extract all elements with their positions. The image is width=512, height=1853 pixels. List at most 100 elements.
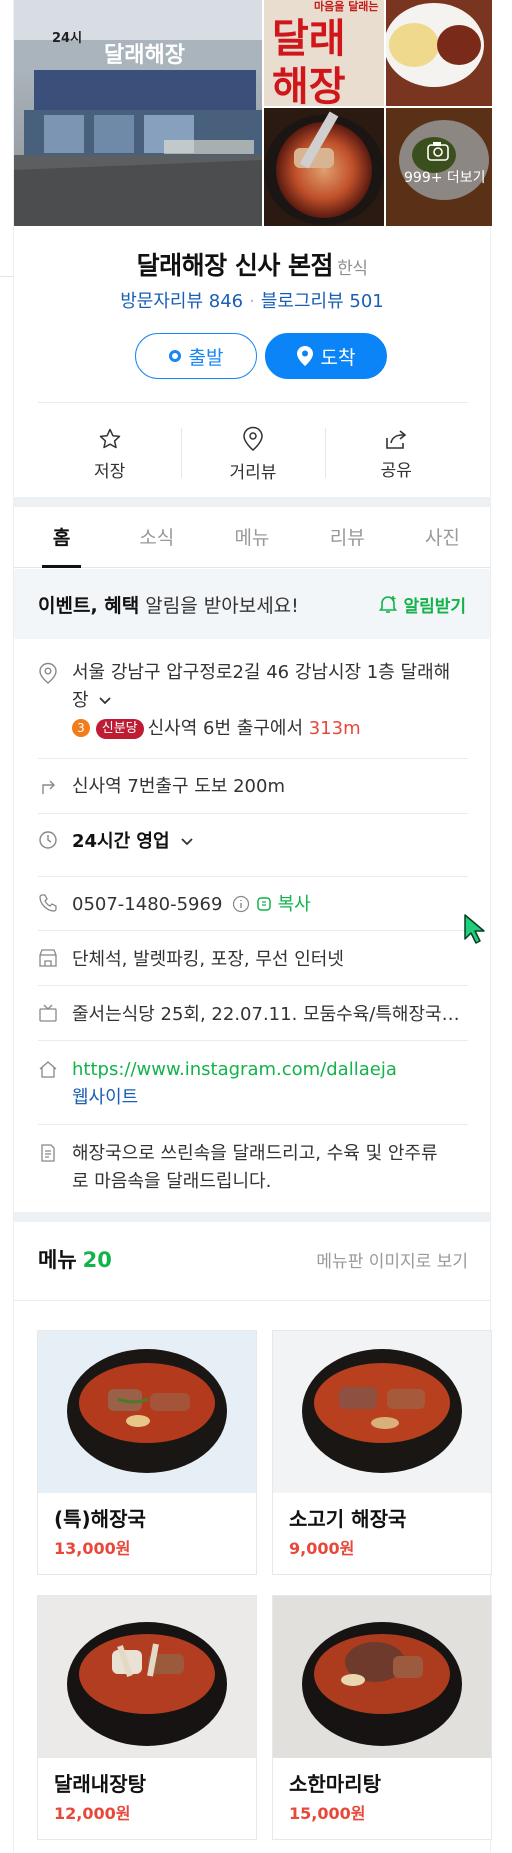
menu-item-name: (특)해장국	[54, 1507, 146, 1531]
poster-main-text-2: 해장	[272, 64, 346, 110]
place-title: 달래해장 신사 본점 한식	[14, 246, 490, 282]
subway-number-badge: 3	[72, 719, 90, 737]
menu-photo	[38, 1596, 256, 1758]
stew-photo[interactable]	[264, 108, 384, 226]
photo-gallery[interactable]: 24시 달래해장 마음을 달래는 달래 해장 999+ 더보기	[14, 0, 492, 226]
hours-row[interactable]: 24시간 영업	[38, 828, 468, 858]
place-page: 24시 달래해장 마음을 달래는 달래 해장 999+ 더보기 달래해장 신사 …	[13, 0, 492, 1853]
subscribe-button[interactable]: 알림받기	[378, 592, 466, 617]
star-icon	[99, 428, 120, 448]
menu-item-price: 13,000원	[54, 1539, 131, 1558]
map-pin-icon	[296, 346, 313, 366]
subway-line-badge: 신분당	[95, 719, 144, 739]
mouse-cursor-icon	[464, 914, 485, 944]
instagram-link[interactable]: https://www.instagram.com/dallaeja	[72, 1056, 468, 1084]
menu-image-link[interactable]: 메뉴판 이미지로 보기	[316, 1247, 468, 1272]
poster-photo[interactable]: 마음을 달래는 달래 해장	[264, 0, 384, 110]
directions-text: 신사역 7번출구 도보 200m	[72, 776, 285, 797]
address-line-1: 서울 강남구 압구정로2길 46 강남시장 1층 달래해	[72, 662, 451, 683]
phone-number[interactable]: 0507-1480-5969	[72, 894, 222, 915]
divider	[38, 1040, 468, 1041]
section-band	[14, 1212, 490, 1222]
menu-header: 메뉴 20 메뉴판 이미지로 보기	[38, 1244, 468, 1274]
arrive-button-label: 도착	[320, 346, 356, 369]
review-counts: 방문자리뷰 846 · 블로그리뷰 501	[14, 287, 490, 313]
share-label: 공유	[380, 460, 412, 481]
menu-card[interactable]: 달래내장탕 12,000원	[37, 1595, 257, 1840]
directions-row: 신사역 7번출구 도보 200m	[38, 773, 468, 803]
storefront-photo[interactable]: 24시 달래해장	[14, 0, 262, 226]
tab-bar: 홈 소식 메뉴 리뷰 사진	[14, 508, 490, 568]
address-row: 서울 강남구 압구정로2길 46 강남시장 1층 달래해 장 3 신분당 신사역 …	[38, 660, 468, 760]
more-photos[interactable]: 999+ 더보기	[386, 108, 492, 226]
notification-text: 이벤트, 혜택 알림을 받아보세요!	[38, 591, 299, 618]
menu-item-price: 15,000원	[289, 1804, 366, 1823]
tab-news[interactable]: 소식	[109, 508, 204, 567]
bell-plus-icon	[379, 596, 398, 613]
document-icon	[41, 1144, 55, 1162]
tv-row: 줄서는식당 25회, 22.07.11. 모둠수육/특해장국…	[38, 1001, 468, 1031]
arrive-button[interactable]: 도착	[265, 333, 387, 379]
description-line-2: 로 마음속을 달래드립니다.	[72, 1171, 272, 1192]
notification-rest: 알림을 받아보세요!	[139, 594, 299, 617]
menu-photo	[273, 1596, 491, 1758]
more-photos-label: 999+ 더보기	[404, 170, 486, 186]
place-name: 달래해장 신사 본점	[136, 251, 334, 280]
map-pin-icon	[243, 426, 263, 451]
street-view-button[interactable]: 거리뷰	[181, 420, 324, 488]
divider	[38, 930, 468, 931]
copy-icon	[257, 897, 271, 911]
subway-text: 신사역 6번 출구에서	[147, 718, 303, 739]
tab-menu[interactable]: 메뉴	[204, 508, 299, 567]
website-link[interactable]: 웹사이트	[72, 1084, 468, 1112]
menu-photo	[38, 1331, 256, 1493]
amenities-text: 단체석, 발렛파킹, 포장, 무선 인터넷	[72, 949, 344, 970]
start-circle-icon	[168, 350, 181, 362]
address-line-2-wrap[interactable]: 장	[72, 687, 468, 715]
storefront-sign-text: 달래해장	[104, 43, 185, 68]
chevron-down-icon	[181, 838, 193, 846]
menu-item-price: 12,000원	[54, 1804, 131, 1823]
hours-sign-text: 24시	[52, 31, 82, 46]
copy-button[interactable]: 복사	[256, 894, 311, 915]
section-band	[14, 497, 490, 507]
divider	[38, 1124, 468, 1125]
poster-main-text-1: 달래	[272, 16, 346, 62]
start-button[interactable]: 출발	[135, 333, 257, 379]
tv-icon	[39, 1004, 57, 1022]
subway-info: 3 신분당 신사역 6번 출구에서 313m	[72, 715, 468, 743]
review-separator: ·	[249, 291, 255, 312]
divider	[38, 813, 468, 814]
divider	[38, 876, 468, 877]
save-label: 저장	[94, 461, 126, 482]
phone-row: 0507-1480-5969 복사	[38, 891, 468, 921]
menu-card[interactable]: (특)해장국 13,000원	[37, 1330, 257, 1575]
tab-home[interactable]: 홈	[14, 508, 109, 568]
address-line-2: 장	[72, 690, 89, 711]
menu-photo	[273, 1331, 491, 1493]
tv-text: 줄서는식당 25회, 22.07.11. 모둠수육/특해장국…	[72, 1004, 460, 1025]
copy-label: 복사	[277, 894, 311, 915]
info-icon[interactable]	[232, 895, 250, 913]
visitor-review-link[interactable]: 방문자리뷰 846	[120, 291, 243, 312]
tab-photo[interactable]: 사진	[395, 508, 490, 567]
menu-title-wrap: 메뉴 20	[38, 1244, 112, 1274]
noodles-photo[interactable]	[384, 0, 492, 106]
start-button-label: 출발	[188, 346, 224, 369]
menu-card[interactable]: 소고기 해장국 9,000원	[272, 1330, 492, 1575]
clock-icon	[39, 831, 57, 849]
share-button[interactable]: 공유	[324, 420, 468, 488]
notification-bold: 이벤트, 혜택	[38, 594, 140, 617]
store-icon	[39, 949, 57, 967]
description-row: 해장국으로 쓰린속을 달래드리고, 수육 및 안주류 로 마음속을 달래드립니다…	[38, 1141, 468, 1201]
save-button[interactable]: 저장	[38, 420, 181, 488]
tab-review[interactable]: 리뷰	[300, 508, 395, 567]
menu-card[interactable]: 소한마리탕 15,000원	[272, 1595, 492, 1840]
chevron-down-icon	[99, 697, 111, 705]
blog-review-link[interactable]: 블로그리뷰 501	[261, 291, 384, 312]
share-icon	[386, 429, 407, 449]
menu-title: 메뉴	[38, 1248, 77, 1272]
gallery-svg[interactable]: 24시 달래해장 마음을 달래는 달래 해장 999+ 더보기	[14, 0, 492, 226]
divider	[38, 402, 468, 403]
home-icon	[39, 1061, 57, 1078]
